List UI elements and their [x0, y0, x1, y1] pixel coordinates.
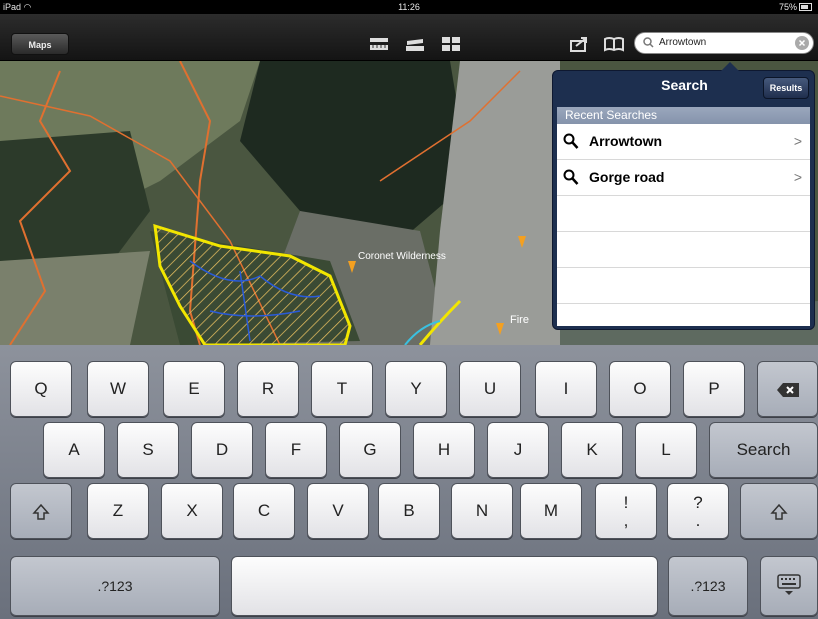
share-icon[interactable]: [568, 36, 590, 52]
measure-icon[interactable]: [404, 36, 426, 52]
key-v[interactable]: V: [307, 483, 369, 539]
key-l[interactable]: L: [635, 422, 697, 478]
key-bottom-char: ,: [623, 511, 629, 530]
key-z[interactable]: Z: [87, 483, 149, 539]
key-question-period[interactable]: ? .: [667, 483, 729, 539]
key-y[interactable]: Y: [385, 361, 447, 417]
search-icon: [563, 169, 579, 185]
key-top-char: ?: [693, 493, 703, 512]
hide-keyboard-icon: [777, 573, 801, 595]
maps-button[interactable]: Maps: [11, 33, 69, 55]
key-w[interactable]: W: [87, 361, 149, 417]
backspace-key[interactable]: [757, 361, 818, 417]
key-u[interactable]: U: [459, 361, 521, 417]
recent-search-label: Gorge road: [589, 169, 665, 185]
key-b[interactable]: B: [378, 483, 440, 539]
clock: 11:26: [398, 2, 420, 12]
chevron-right-icon: >: [793, 133, 802, 149]
key-bottom-char: .: [695, 511, 701, 530]
status-bar: iPad ◠ 11:26 75%: [0, 0, 818, 14]
key-s[interactable]: S: [117, 422, 179, 478]
clear-search-icon[interactable]: [795, 36, 809, 50]
search-key[interactable]: Search: [709, 422, 818, 478]
key-x[interactable]: X: [161, 483, 223, 539]
map-label-1: Coronet Wilderness: [358, 251, 446, 262]
shift-key-right[interactable]: [740, 483, 818, 539]
key-top-char: !: [623, 493, 629, 512]
grid-icon[interactable]: [440, 36, 462, 52]
results-button[interactable]: Results: [763, 77, 809, 99]
key-d[interactable]: D: [191, 422, 253, 478]
map-label-2: Fire: [510, 314, 529, 326]
shift-icon: [770, 503, 788, 520]
empty-row: [557, 196, 810, 232]
layers-ruler-icon[interactable]: [368, 36, 390, 52]
empty-row: [557, 232, 810, 268]
key-n[interactable]: N: [451, 483, 513, 539]
battery-indicator: 75%: [779, 0, 812, 14]
key-k[interactable]: K: [561, 422, 623, 478]
key-exclaim-comma[interactable]: ! ,: [595, 483, 657, 539]
recent-search-item[interactable]: Arrowtown >: [557, 124, 810, 160]
key-f[interactable]: F: [265, 422, 327, 478]
recent-search-label: Arrowtown: [589, 133, 663, 149]
search-input-value: Arrowtown: [659, 37, 707, 48]
search-icon: [643, 37, 654, 48]
key-t[interactable]: T: [311, 361, 373, 417]
key-h[interactable]: H: [413, 422, 475, 478]
numbers-key-left[interactable]: .?123: [10, 556, 220, 616]
battery-icon: [799, 3, 812, 11]
search-icon: [563, 133, 579, 149]
key-g[interactable]: G: [339, 422, 401, 478]
keyboard: Q W E R T Y U I O P A S D F G H J K L Se…: [0, 345, 818, 619]
key-p[interactable]: P: [683, 361, 745, 417]
key-m[interactable]: M: [520, 483, 582, 539]
bookmarks-icon[interactable]: [603, 36, 625, 52]
recent-search-item[interactable]: Gorge road >: [557, 160, 810, 196]
section-header: Recent Searches: [557, 107, 810, 124]
chevron-right-icon: >: [793, 169, 802, 185]
key-j[interactable]: J: [487, 422, 549, 478]
search-input[interactable]: Arrowtown: [634, 32, 814, 54]
key-r[interactable]: R: [237, 361, 299, 417]
shift-key-left[interactable]: [10, 483, 72, 539]
key-c[interactable]: C: [233, 483, 295, 539]
backspace-icon: [776, 382, 799, 397]
search-popover: Search Results Recent Searches Arrowtown…: [552, 62, 815, 330]
numbers-key-right[interactable]: .?123: [668, 556, 748, 616]
popover-arrow: [721, 62, 739, 71]
key-e[interactable]: E: [163, 361, 225, 417]
recent-searches-list: Recent Searches Arrowtown > Gorge road >: [557, 107, 810, 326]
key-i[interactable]: I: [535, 361, 597, 417]
shift-icon: [32, 503, 50, 520]
hide-keyboard-key[interactable]: [760, 556, 818, 616]
key-o[interactable]: O: [609, 361, 671, 417]
key-q[interactable]: Q: [10, 361, 72, 417]
empty-row: [557, 268, 810, 304]
key-a[interactable]: A: [43, 422, 105, 478]
space-bar[interactable]: [231, 556, 658, 616]
